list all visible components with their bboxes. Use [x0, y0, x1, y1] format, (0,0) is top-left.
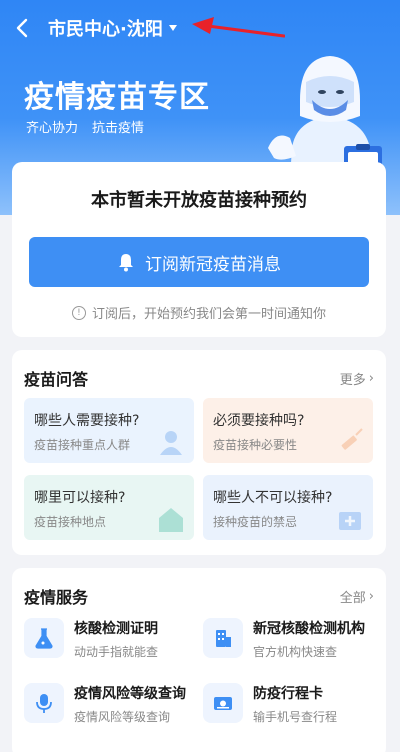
info-icon: ! [71, 305, 86, 320]
qa-tile-necessity[interactable]: 必须要接种吗? 疫苗接种必要性 [203, 398, 373, 463]
caret-down-icon[interactable] [168, 25, 177, 31]
service-sub: 动动手指就能查 [74, 645, 159, 659]
service-sub: 疫情风险等级查询 [74, 710, 171, 724]
booking-card: 本市暂未开放疫苗接种预约 订阅新冠疫苗消息 ! 订阅后，开始预约我们会第一时间通… [12, 162, 386, 337]
services-title: 疫情服务 [24, 588, 89, 607]
service-risk-level[interactable]: 疫情风险等级查询 疫情风险等级查询 [24, 683, 186, 725]
services-all-link[interactable]: 全部 › [340, 587, 374, 606]
qa-tile-contraindication[interactable]: 哪些人不可以接种? 接种疫苗的禁忌 [203, 475, 373, 540]
service-title: 防疫行程卡 [253, 686, 323, 702]
subscribe-button[interactable]: 订阅新冠疫苗消息 [29, 237, 369, 287]
building-icon [203, 618, 243, 658]
slogan-1: 齐心协力 [26, 121, 79, 136]
bell-icon [119, 254, 133, 272]
services-header: 疫情服务 全部 › [24, 584, 374, 608]
qa-title: 疫苗问答 [24, 370, 89, 389]
vaccine-qa-card: 疫苗问答 更多 › 哪些人需要接种? 疫苗接种重点人群 必须要接种吗? 疫苗接种… [12, 350, 386, 555]
services-all-label: 全部 [339, 590, 366, 606]
back-arrow-icon [16, 18, 28, 38]
flask-icon [24, 618, 64, 658]
service-nucleic-test-cert[interactable]: 核酸检测证明 动动手指就能查 [24, 618, 158, 660]
hero-title: 疫情疫苗专区 [24, 80, 210, 115]
hero-slogan: 齐心协力 抗击疫情 [26, 117, 144, 136]
service-title: 新冠核酸检测机构 [253, 621, 365, 637]
service-test-institutions[interactable]: 新冠核酸检测机构 官方机构快速查 [203, 618, 365, 660]
qa-header: 疫苗问答 更多 › [24, 366, 374, 390]
service-sub: 官方机构快速查 [253, 645, 338, 659]
home-icon [159, 508, 183, 532]
subscribe-note-text: 订阅后，开始预约我们会第一时间通知你 [91, 307, 326, 322]
service-title: 疫情风险等级查询 [74, 686, 186, 702]
slogan-2: 抗击疫情 [92, 121, 145, 136]
subscribe-note: ! 订阅后，开始预约我们会第一时间通知你 [12, 303, 386, 322]
card-icon [203, 683, 243, 723]
service-title: 核酸检测证明 [74, 621, 158, 637]
syringe-icon [341, 428, 363, 450]
qa-tile-where[interactable]: 哪里可以接种? 疫苗接种地点 [24, 475, 194, 540]
city-selector[interactable]: 市民中心·沈阳 [48, 15, 163, 41]
medical-box-icon [339, 512, 361, 530]
back-button[interactable] [12, 12, 32, 44]
subscribe-label: 订阅新冠疫苗消息 [145, 254, 281, 275]
epidemic-services-card: 疫情服务 全部 › 核酸检测证明 动动手指就能查 新冠核酸检测机构 官方机构快速… [12, 568, 386, 752]
service-sub: 输手机号查行程 [253, 710, 338, 724]
booking-status-title: 本市暂未开放疫苗接种预约 [91, 190, 307, 211]
chevron-right-icon: › [368, 370, 374, 386]
microphone-icon [24, 683, 64, 723]
qa-more-link[interactable]: 更多 › [340, 369, 374, 388]
chevron-right-icon: › [368, 588, 374, 604]
annotation-arrow-icon [192, 17, 285, 38]
qa-more-label: 更多 [339, 372, 366, 388]
person-icon [160, 431, 182, 455]
service-travel-card[interactable]: 防疫行程卡 输手机号查行程 [203, 683, 337, 725]
qa-tile-who-needs[interactable]: 哪些人需要接种? 疫苗接种重点人群 [24, 398, 194, 463]
